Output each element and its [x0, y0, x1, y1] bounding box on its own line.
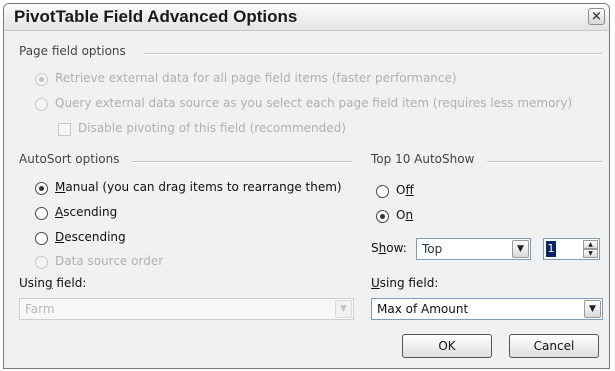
retrieve-external-data-label: Retrieve external data for all page fiel…	[55, 71, 457, 85]
page-field-options-group-title: Page field options	[19, 44, 126, 58]
autosort-group-title: AutoSort options	[19, 152, 120, 166]
top10-separator	[487, 161, 602, 163]
cancel-button[interactable]: Cancel	[509, 334, 599, 358]
show-value: Top	[422, 242, 443, 256]
query-external-source-label: Query external data source as you select…	[55, 96, 573, 110]
top10-autoshow-group-title: Top 10 AutoShow	[371, 152, 475, 166]
disable-pivoting-checkbox[interactable]	[58, 123, 71, 136]
autosort-using-field-dropdown[interactable]: Farm ▼	[19, 298, 354, 320]
query-external-source-radio[interactable]	[35, 98, 48, 111]
top10-on-label: On	[396, 208, 414, 222]
ascending-sort-label: Ascending	[55, 205, 118, 219]
top10-using-field-label: Using field:	[371, 276, 439, 290]
chevron-down-icon: ▼	[335, 300, 352, 318]
chevron-down-icon: ▼	[512, 240, 529, 258]
spinner-buttons[interactable]: ▲ ▼	[583, 240, 598, 258]
autosort-using-field-value: Farm	[25, 302, 55, 316]
page-field-options-separator	[144, 53, 602, 55]
autosort-using-field-label: Using field:	[19, 276, 87, 290]
count-spinner[interactable]: 1 ▲ ▼	[543, 238, 600, 260]
close-icon: ×	[591, 9, 602, 24]
chevron-down-icon: ▼	[584, 300, 601, 318]
top10-on-radio[interactable]	[376, 210, 389, 223]
show-top-bottom-dropdown[interactable]: Top ▼	[416, 238, 531, 260]
spin-down-icon[interactable]: ▼	[583, 249, 598, 258]
ok-button[interactable]: OK	[402, 334, 492, 358]
data-source-order-radio[interactable]	[35, 256, 48, 269]
descending-sort-label: Descending	[55, 230, 126, 244]
pivot-field-advanced-options-dialog: PivotTable Field Advanced Options × Page…	[3, 3, 610, 369]
dialog-title: PivotTable Field Advanced Options	[14, 7, 298, 26]
spin-up-icon[interactable]: ▲	[583, 240, 598, 249]
manual-sort-label: Manual (you can drag items to rearrange …	[55, 180, 342, 194]
title-bar: PivotTable Field Advanced Options ×	[4, 4, 609, 31]
autosort-separator	[132, 161, 352, 163]
count-value: 1	[546, 241, 556, 257]
top10-off-radio[interactable]	[376, 185, 389, 198]
top10-using-field-dropdown[interactable]: Max of Amount ▼	[371, 298, 603, 320]
close-button[interactable]: ×	[588, 8, 605, 25]
disable-pivoting-label: Disable pivoting of this field (recommen…	[78, 121, 346, 135]
retrieve-external-data-radio[interactable]	[35, 73, 48, 86]
top10-using-field-value: Max of Amount	[377, 302, 469, 316]
show-label: Show:	[371, 241, 407, 255]
descending-sort-radio[interactable]	[35, 232, 48, 245]
data-source-order-label: Data source order	[55, 254, 164, 268]
top10-off-label: Off	[396, 183, 414, 197]
ascending-sort-radio[interactable]	[35, 207, 48, 220]
manual-sort-radio[interactable]	[35, 182, 48, 195]
